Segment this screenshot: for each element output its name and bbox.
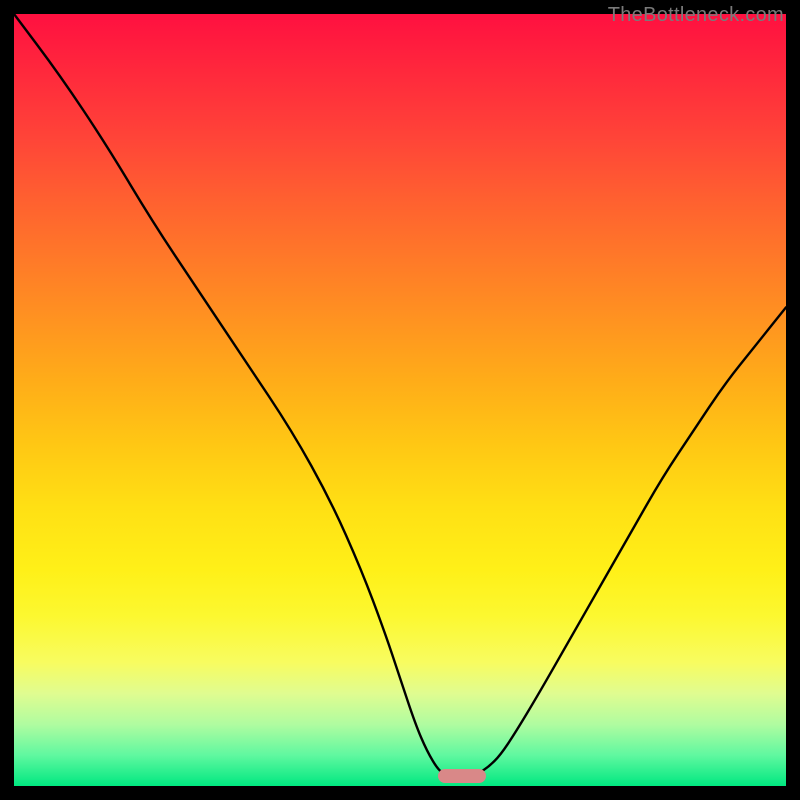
attribution-text: TheBottleneck.com [608,4,784,27]
right-curve [477,307,786,774]
left-curve [14,14,446,774]
chart-plot-area [14,14,786,786]
bottleneck-marker [438,769,486,783]
curve-layer [14,14,786,786]
